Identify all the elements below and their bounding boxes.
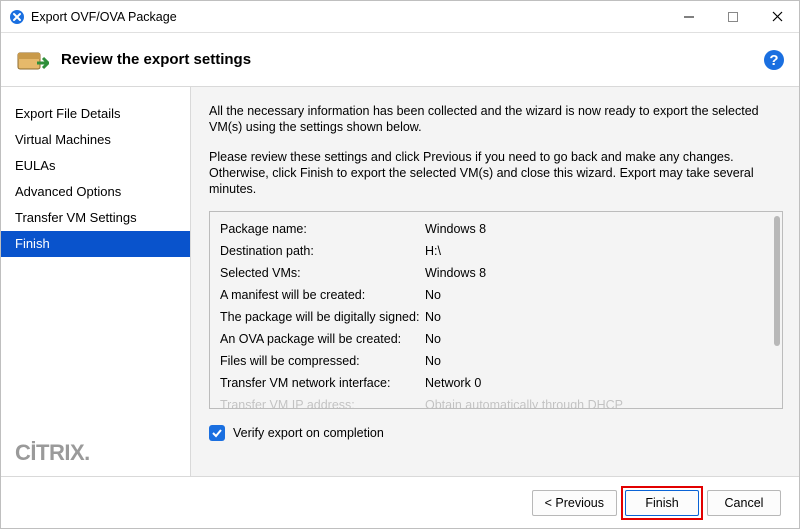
sidebar-item-virtual-machines[interactable]: Virtual Machines <box>1 127 190 153</box>
maximize-button[interactable] <box>711 1 755 32</box>
wizard-header: Review the export settings ? <box>1 33 799 87</box>
close-button[interactable] <box>755 1 799 32</box>
scrollbar[interactable] <box>774 216 780 404</box>
summary-row: Selected VMs:Windows 8 <box>220 262 764 284</box>
titlebar: Export OVF/OVA Package <box>1 1 799 33</box>
summary-row: The package will be digitally signed:No <box>220 306 764 328</box>
summary-row: A manifest will be created:No <box>220 284 764 306</box>
summary-box: Package name:Windows 8 Destination path:… <box>209 211 783 409</box>
wizard-footer: < Previous Finish Cancel <box>1 476 799 528</box>
summary-row: Transfer VM IP address:Obtain automatica… <box>220 394 764 408</box>
sidebar-item-eulas[interactable]: EULAs <box>1 153 190 179</box>
finish-button[interactable]: Finish <box>625 490 699 516</box>
citrix-brand: CİTRIX. <box>1 434 190 476</box>
help-icon[interactable]: ? <box>763 49 785 71</box>
window: Export OVF/OVA Package Review the export… <box>0 0 800 529</box>
summary-row: Transfer VM network interface:Network 0 <box>220 372 764 394</box>
verify-row: Verify export on completion <box>209 425 783 441</box>
wizard-header-title: Review the export settings <box>61 51 763 68</box>
summary-list: Package name:Windows 8 Destination path:… <box>210 212 774 408</box>
summary-row: Files will be compressed:No <box>220 350 764 372</box>
wizard-content: All the necessary information has been c… <box>191 87 799 476</box>
svg-text:?: ? <box>769 52 778 69</box>
intro-text: All the necessary information has been c… <box>209 103 783 211</box>
intro-paragraph-2: Please review these settings and click P… <box>209 149 783 197</box>
cancel-button[interactable]: Cancel <box>707 490 781 516</box>
scrollbar-thumb[interactable] <box>774 216 780 346</box>
sidebar-item-advanced-options[interactable]: Advanced Options <box>1 179 190 205</box>
summary-row: Destination path:H:\ <box>220 240 764 262</box>
verify-label: Verify export on completion <box>233 426 384 440</box>
window-controls <box>667 1 799 32</box>
wizard-sidebar: Export File Details Virtual Machines EUL… <box>1 87 191 476</box>
export-package-icon <box>15 43 49 77</box>
intro-paragraph-1: All the necessary information has been c… <box>209 103 783 135</box>
finish-highlight: Finish <box>625 490 699 516</box>
app-icon <box>9 9 25 25</box>
minimize-button[interactable] <box>667 1 711 32</box>
previous-button[interactable]: < Previous <box>532 490 617 516</box>
sidebar-item-finish[interactable]: Finish <box>1 231 190 257</box>
wizard-body: Export File Details Virtual Machines EUL… <box>1 87 799 476</box>
window-title: Export OVF/OVA Package <box>31 10 667 24</box>
sidebar-item-export-file-details[interactable]: Export File Details <box>1 101 190 127</box>
summary-row: Package name:Windows 8 <box>220 218 764 240</box>
sidebar-item-transfer-vm-settings[interactable]: Transfer VM Settings <box>1 205 190 231</box>
summary-row: An OVA package will be created:No <box>220 328 764 350</box>
verify-checkbox[interactable] <box>209 425 225 441</box>
